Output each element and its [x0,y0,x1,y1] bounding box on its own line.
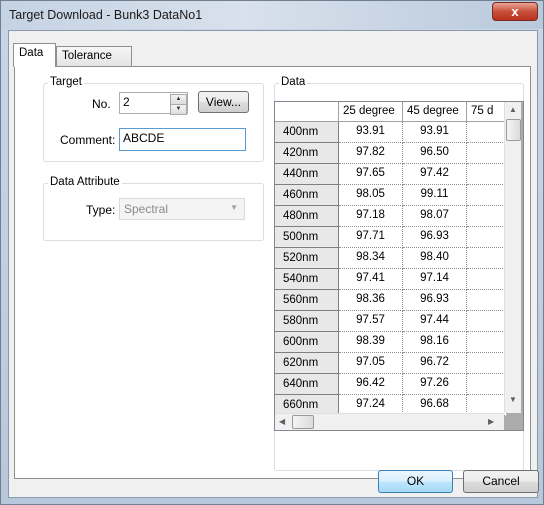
row-header[interactable]: 480nm [275,206,339,227]
row-header[interactable]: 500nm [275,227,339,248]
data-cell[interactable] [467,332,507,353]
data-cell[interactable]: 97.14 [403,269,467,290]
data-cell[interactable]: 96.72 [403,353,467,374]
data-cell[interactable]: 97.65 [339,164,403,185]
data-cell[interactable] [467,248,507,269]
row-header[interactable]: 580nm [275,311,339,332]
column-header[interactable]: 45 degree [403,102,467,122]
data-cell[interactable]: 97.41 [339,269,403,290]
type-select[interactable]: Spectral ▼ [119,198,245,220]
data-cell[interactable] [467,227,507,248]
data-cell[interactable]: 98.07 [403,206,467,227]
data-cell[interactable]: 97.42 [403,164,467,185]
data-cell[interactable]: 97.57 [339,311,403,332]
data-cell[interactable]: 96.93 [403,227,467,248]
vertical-scrollbar[interactable]: ▲ ▼ [504,102,521,413]
window-title: Target Download - Bunk3 DataNo1 [9,8,203,22]
data-cell[interactable] [467,374,507,395]
data-cell[interactable]: 97.71 [339,227,403,248]
data-cell[interactable] [467,206,507,227]
data-cell[interactable]: 98.40 [403,248,467,269]
column-header[interactable]: 75 d [467,102,507,122]
type-label: Type: [86,203,116,217]
data-cell[interactable]: 98.16 [403,332,467,353]
data-cell[interactable] [467,185,507,206]
row-header[interactable]: 620nm [275,353,339,374]
tab-tolerance[interactable]: Tolerance [56,46,132,67]
column-header[interactable]: 25 degree [339,102,403,122]
row-header[interactable]: 400nm [275,122,339,143]
data-cell[interactable]: 97.44 [403,311,467,332]
scroll-up-icon[interactable]: ▲ [509,105,517,114]
data-attribute-group-title: Data Attribute [48,176,122,188]
row-header[interactable]: 440nm [275,164,339,185]
data-cell[interactable]: 96.93 [403,290,467,311]
comment-input[interactable]: ABCDE [119,128,246,151]
dialog-window: Target Download - Bunk3 DataNo1 x Data T… [0,0,544,505]
data-cell[interactable]: 98.34 [339,248,403,269]
data-cell[interactable]: 97.26 [403,374,467,395]
tab-data[interactable]: Data [13,43,56,67]
no-label: No. [92,97,111,111]
data-cell[interactable]: 96.50 [403,143,467,164]
scroll-down-icon[interactable]: ▼ [509,395,517,404]
view-button[interactable]: View... [198,91,249,113]
row-header[interactable]: 640nm [275,374,339,395]
row-header[interactable]: 560nm [275,290,339,311]
data-cell[interactable]: 97.18 [339,206,403,227]
row-header[interactable]: 420nm [275,143,339,164]
data-cell[interactable]: 99.11 [403,185,467,206]
data-cell[interactable]: 97.05 [339,353,403,374]
data-cell[interactable] [467,269,507,290]
vertical-scroll-thumb[interactable] [506,119,521,141]
horizontal-scrollbar[interactable]: ◀ ▶ [275,413,504,430]
data-cell[interactable]: 93.91 [403,122,467,143]
type-select-value: Spectral [124,202,169,216]
comment-label: Comment: [60,133,116,147]
title-bar[interactable]: Target Download - Bunk3 DataNo1 x [1,1,543,29]
data-cell[interactable]: 98.05 [339,185,403,206]
horizontal-scroll-thumb[interactable] [292,415,314,429]
row-header[interactable]: 520nm [275,248,339,269]
cancel-button[interactable]: Cancel [463,470,539,493]
data-cell[interactable] [467,353,507,374]
data-cell[interactable] [467,311,507,332]
data-cell[interactable]: 93.91 [339,122,403,143]
data-cell[interactable] [467,164,507,185]
data-cell[interactable]: 98.36 [339,290,403,311]
target-group-title: Target [48,76,84,88]
scroll-right-icon[interactable]: ▶ [488,417,494,426]
ok-button[interactable]: OK [378,470,453,493]
row-header[interactable]: 540nm [275,269,339,290]
data-cell[interactable] [467,143,507,164]
grid-corner [275,102,339,122]
spin-down-button[interactable]: ▼ [170,104,187,115]
scroll-left-icon[interactable]: ◀ [279,417,285,426]
data-grid[interactable]: 25 degree 45 degree 75 d 400nm 93.91 93.91… [274,101,524,431]
data-cell[interactable] [467,122,507,143]
close-button[interactable]: x [492,2,538,21]
data-cell[interactable]: 96.42 [339,374,403,395]
row-header[interactable]: 600nm [275,332,339,353]
data-group-title: Data [279,76,308,88]
data-cell[interactable]: 97.82 [339,143,403,164]
data-cell[interactable] [467,290,507,311]
chevron-down-icon: ▼ [230,203,238,212]
data-cell[interactable]: 98.39 [339,332,403,353]
row-header[interactable]: 460nm [275,185,339,206]
